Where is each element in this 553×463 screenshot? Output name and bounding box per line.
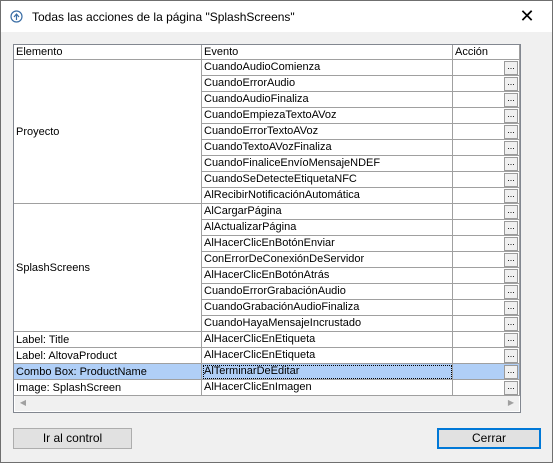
- action-browse-button[interactable]: ...: [504, 365, 518, 379]
- event-cell[interactable]: AlHacerClicEnEtiqueta: [202, 332, 453, 348]
- action-cell[interactable]: ...: [453, 220, 520, 236]
- action-cell[interactable]: ...: [453, 316, 520, 332]
- action-browse-button[interactable]: ...: [504, 125, 518, 139]
- event-cell[interactable]: CuandoAudioComienza: [202, 60, 453, 76]
- element-label: Label: AltovaProduct: [16, 349, 117, 362]
- action-browse-button[interactable]: ...: [504, 381, 518, 395]
- action-browse-button[interactable]: ...: [504, 205, 518, 219]
- action-browse-button[interactable]: ...: [504, 237, 518, 251]
- go-to-control-button[interactable]: Ir al control: [13, 428, 132, 449]
- event-cell[interactable]: CuandoErrorAudio: [202, 76, 453, 92]
- action-cell[interactable]: ...: [453, 268, 520, 284]
- action-browse-button[interactable]: ...: [504, 189, 518, 203]
- event-cell[interactable]: AlRecibirNotificaciónAutomática: [202, 188, 453, 204]
- app-icon: [10, 10, 23, 23]
- event-cell[interactable]: CuandoSeDetecteEtiquetaNFC: [202, 172, 453, 188]
- event-cell[interactable]: AlCargarPágina: [202, 204, 453, 220]
- action-cell[interactable]: ...: [453, 348, 520, 364]
- event-cell[interactable]: CuandoErrorGrabaciónAudio: [202, 284, 453, 300]
- action-browse-button[interactable]: ...: [504, 221, 518, 235]
- action-browse-button[interactable]: ...: [504, 285, 518, 299]
- element-cell[interactable]: Combo Box: ProductName: [14, 364, 202, 380]
- element-label: Proyecto: [16, 125, 60, 138]
- event-cell[interactable]: CuandoTextoAVozFinaliza: [202, 140, 453, 156]
- event-cell[interactable]: CuandoGrabaciónAudioFinaliza: [202, 300, 453, 316]
- element-label: Combo Box: ProductName: [16, 365, 147, 378]
- event-cell[interactable]: CuandoEmpiezaTextoAVoz: [202, 108, 453, 124]
- action-cell[interactable]: ...: [453, 60, 520, 76]
- window-title: Todas las acciones de la página "SplashS…: [32, 10, 295, 24]
- column-header-action[interactable]: Acción: [453, 45, 520, 60]
- action-cell[interactable]: ...: [453, 172, 520, 188]
- action-browse-button[interactable]: ...: [504, 333, 518, 347]
- action-cell[interactable]: ...: [453, 140, 520, 156]
- close-button[interactable]: Cerrar: [437, 428, 541, 449]
- horizontal-scrollbar[interactable]: ◀ ▶: [15, 395, 519, 411]
- action-cell[interactable]: ...: [453, 76, 520, 92]
- element-label: SplashScreens: [16, 261, 90, 274]
- action-cell[interactable]: ...: [453, 188, 520, 204]
- action-cell[interactable]: ...: [453, 332, 520, 348]
- action-cell[interactable]: ...: [453, 252, 520, 268]
- title-bar: Todas las acciones de la página "SplashS…: [1, 1, 552, 32]
- event-cell[interactable]: CuandoFinaliceEnvíoMensajeNDEF: [202, 156, 453, 172]
- action-browse-button[interactable]: ...: [504, 269, 518, 283]
- event-cell[interactable]: AlHacerClicEnBotónEnviar: [202, 236, 453, 252]
- column-header-event[interactable]: Evento: [202, 45, 453, 60]
- action-cell[interactable]: ...: [453, 380, 520, 396]
- event-cell[interactable]: CuandoErrorTextoAVoz: [202, 124, 453, 140]
- action-browse-button[interactable]: ...: [504, 301, 518, 315]
- dialog-window: Todas las acciones de la página "SplashS…: [0, 0, 553, 463]
- action-cell[interactable]: ...: [453, 108, 520, 124]
- element-cell[interactable]: Image: SplashScreen: [14, 380, 202, 396]
- action-cell[interactable]: ...: [453, 364, 520, 380]
- action-cell[interactable]: ...: [453, 92, 520, 108]
- element-cell[interactable]: Label: AltovaProduct: [14, 348, 202, 364]
- action-browse-button[interactable]: ...: [504, 317, 518, 331]
- scroll-left-icon[interactable]: ◀: [15, 395, 31, 411]
- action-browse-button[interactable]: ...: [504, 77, 518, 91]
- element-cell[interactable]: Label: Title: [14, 332, 202, 348]
- scroll-right-icon[interactable]: ▶: [503, 395, 519, 411]
- event-cell[interactable]: AlHacerClicEnBotónAtrás: [202, 268, 453, 284]
- element-cell[interactable]: Proyecto: [14, 60, 202, 204]
- column-header-element[interactable]: Elemento: [14, 45, 202, 60]
- event-cell[interactable]: ConErrorDeConexiónDeServidor: [202, 252, 453, 268]
- action-cell[interactable]: ...: [453, 300, 520, 316]
- action-browse-button[interactable]: ...: [504, 93, 518, 107]
- event-cell[interactable]: CuandoHayaMensajeIncrustado: [202, 316, 453, 332]
- event-cell[interactable]: AlHacerClicEnEtiqueta: [202, 348, 453, 364]
- element-cell[interactable]: SplashScreens: [14, 204, 202, 332]
- action-browse-button[interactable]: ...: [504, 349, 518, 363]
- close-icon[interactable]: ✕: [507, 4, 547, 28]
- event-cell[interactable]: AlActualizarPágina: [202, 220, 453, 236]
- action-cell[interactable]: ...: [453, 156, 520, 172]
- action-cell[interactable]: ...: [453, 124, 520, 140]
- action-cell[interactable]: ...: [453, 204, 520, 220]
- action-cell[interactable]: ...: [453, 284, 520, 300]
- action-browse-button[interactable]: ...: [504, 141, 518, 155]
- actions-grid: Elemento Evento Acción ◀ ▶ Proyecto Cuand…: [13, 44, 521, 413]
- event-cell[interactable]: CuandoAudioFinaliza: [202, 92, 453, 108]
- action-browse-button[interactable]: ...: [504, 61, 518, 75]
- action-browse-button[interactable]: ...: [504, 157, 518, 171]
- action-browse-button[interactable]: ...: [504, 253, 518, 267]
- action-browse-button[interactable]: ...: [504, 109, 518, 123]
- event-cell[interactable]: AlTerminarDeEditar: [202, 364, 453, 380]
- element-label: Image: SplashScreen: [16, 381, 122, 394]
- action-browse-button[interactable]: ...: [504, 173, 518, 187]
- element-label: Label: Title: [16, 333, 70, 346]
- action-cell[interactable]: ...: [453, 236, 520, 252]
- event-cell[interactable]: AlHacerClicEnImagen: [202, 380, 453, 396]
